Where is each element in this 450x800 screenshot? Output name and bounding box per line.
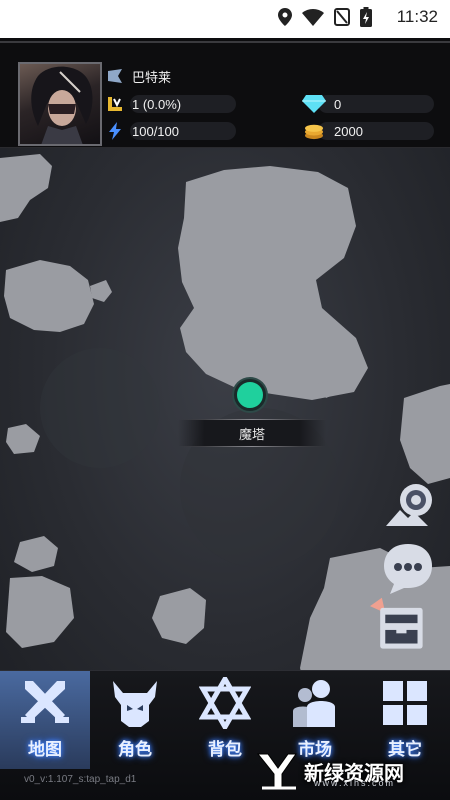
location-label[interactable]: 魔塔 [178, 419, 326, 447]
world-map[interactable]: 魔塔 [0, 148, 450, 708]
player-energy: 100/100 [132, 123, 179, 139]
gold-row[interactable]: 2000 [302, 121, 363, 141]
demon-helmet-icon [113, 681, 157, 727]
grid-icon [383, 681, 427, 725]
version-label: v0_v:1.107_s:tap_tap_d1 [24, 774, 137, 785]
settings-button[interactable] [380, 476, 436, 532]
level-row: 1 (0.0%) [106, 94, 181, 114]
header-frame-line [0, 41, 450, 43]
diamond-row[interactable]: 0 [302, 94, 341, 114]
nav-map-label: 地图 [28, 740, 62, 760]
class-rank-icon [108, 69, 122, 83]
watermark: 新绿资源网 www.xlhs.com [256, 752, 404, 790]
gold-coins-icon [305, 124, 323, 140]
gear-icon [400, 484, 432, 516]
player-panel: 巴特莱 1 (0.0%) 100/100 0 2000 [0, 38, 450, 148]
lightning-icon [109, 122, 121, 140]
location-marker[interactable] [234, 379, 266, 411]
watermark-logo-icon [256, 753, 297, 790]
nav-character-label: 角色 [118, 740, 152, 760]
nav-backpack-label: 背包 [208, 740, 242, 760]
status-icons [278, 7, 372, 27]
no-sim-icon [334, 8, 350, 26]
status-bar: 11:32 [0, 0, 450, 38]
nav-character[interactable]: 角色 [90, 671, 180, 769]
watermark-url: www.xlhs.com [314, 778, 396, 788]
level-icon [108, 97, 122, 111]
treasure-chest-button[interactable] [370, 596, 426, 652]
status-time: 11:32 [396, 7, 438, 26]
diamond-icon [302, 95, 326, 113]
player-name: 巴特莱 [132, 69, 172, 85]
battery-charging-icon [360, 7, 372, 27]
hero-portrait-icon [31, 66, 93, 144]
hexagram-icon [199, 677, 251, 729]
gold-count: 2000 [334, 123, 363, 139]
chat-button[interactable] [380, 540, 436, 596]
energy-row: 100/100 [106, 121, 179, 141]
game-screen: 魔塔 巴特莱 1 (0.0%) 100/100 0 2000 地图 角色 背包 … [0, 38, 450, 800]
player-level: 1 (0.0%) [132, 96, 182, 112]
player-name-row: 巴特莱 [106, 66, 171, 86]
crossed-swords-icon [21, 681, 69, 723]
merchant-figures-icon [293, 680, 335, 727]
nav-map[interactable]: 地图 [0, 671, 90, 769]
chest-icon [380, 607, 423, 649]
location-name: 魔塔 [238, 427, 265, 443]
diamond-count: 0 [334, 96, 342, 112]
wifi-icon [302, 8, 324, 26]
hero-avatar[interactable] [18, 62, 102, 146]
location-icon [278, 8, 292, 26]
